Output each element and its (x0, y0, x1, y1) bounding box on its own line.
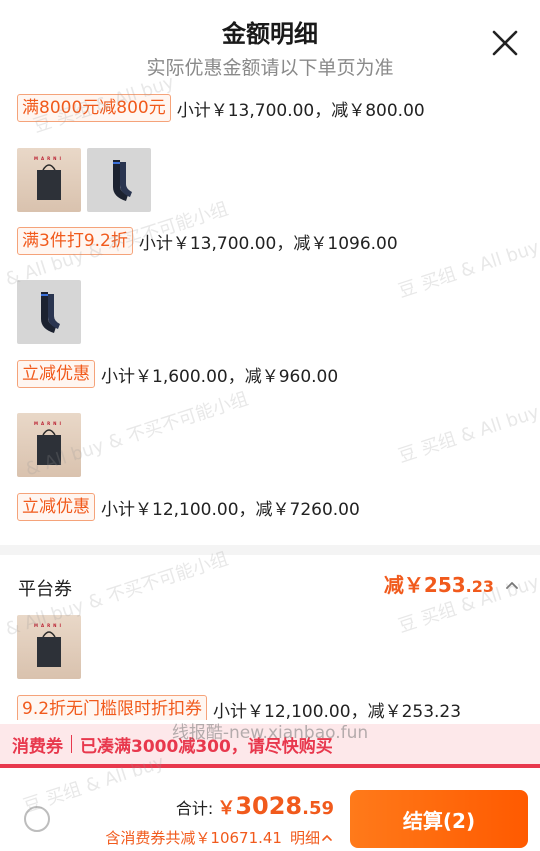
page-subtitle: 实际优惠金额请以下单页为准 (146, 57, 394, 79)
detail-label: 明细 (289, 829, 320, 847)
product-thumbnail-tote-bag[interactable]: MARNI (17, 615, 81, 679)
detail-toggle[interactable]: 明细 (290, 827, 334, 848)
chevron-up-icon (322, 834, 332, 841)
discount-text: 含消费券共减￥10671.41 (105, 829, 282, 847)
socks-icon (113, 160, 132, 201)
promotion-subtotal: 小计￥13,700.00，减￥800.00 (176, 100, 425, 121)
select-all-radio[interactable] (24, 806, 50, 832)
promotion-subtotal: 小计￥1,600.00，减￥960.00 (101, 366, 339, 387)
product-thumbnail-socks[interactable] (17, 280, 81, 344)
amount-detail-list[interactable]: 满8000元减800元 小计￥13,700.00，减￥800.00 MARNI … (0, 90, 540, 720)
promotion-row: 9.2折无门槛限时折扣券 小计￥12,100.00，减￥253.23 (17, 694, 461, 720)
product-thumbnail-tote-bag[interactable]: MARNI (17, 148, 81, 212)
promotion-tag: 立减优惠 (17, 360, 95, 388)
platform-coupon-label: 平台券 (18, 579, 72, 600)
promotion-tag: 满8000元减800元 (17, 94, 171, 122)
tote-bag-icon (37, 164, 61, 200)
promotion-tag: 立减优惠 (17, 493, 95, 521)
total-label: 合计: (175, 799, 214, 818)
total-amount: 合计: ￥ 3028 .59 (176, 792, 334, 820)
promotion-tag: 满3件打9.2折 (17, 227, 133, 255)
tote-bag-icon (37, 631, 61, 667)
total-decimal: .59 (302, 798, 334, 819)
total-integer: 3028 (235, 792, 303, 820)
platform-coupon-section[interactable]: 平台券 减￥253.23 (0, 545, 540, 605)
socks-icon (41, 292, 60, 333)
detail-header: 金额明细 实际优惠金额请以下单页为准 (0, 0, 540, 90)
total-currency: ￥ (217, 798, 236, 819)
page-title: 金额明细 (222, 20, 318, 48)
chevron-up-icon[interactable] (504, 577, 520, 593)
promotion-tag: 9.2折无门槛限时折扣券 (17, 695, 208, 720)
product-thumbnail-socks[interactable] (87, 148, 151, 212)
watermark-url: 线报酷-new.xianbao.fun (171, 723, 369, 743)
promotion-subtotal: 小计￥12,100.00，减￥253.23 (213, 701, 462, 721)
promotion-row: 满8000元减800元 小计￥13,700.00，减￥800.00 (17, 93, 425, 123)
promotion-subtotal: 小计￥13,700.00，减￥1096.00 (138, 233, 398, 254)
promotion-row: 立减优惠 小计￥1,600.00，减￥960.00 (17, 359, 338, 389)
product-thumbnail-tote-bag[interactable]: MARNI (17, 413, 81, 477)
promotion-subtotal: 小计￥12,100.00，减￥7260.00 (101, 499, 360, 520)
checkout-footer: 合计: ￥ 3028 .59 含消费券共减￥10671.41 明细 结算(2) (0, 772, 540, 851)
promotion-row: 满3件打9.2折 小计￥13,700.00，减￥1096.00 (17, 226, 398, 256)
discount-summary: 含消费券共减￥10671.41 明细 (105, 827, 334, 848)
promotion-row: 立减优惠 小计￥12,100.00，减￥7260.00 (17, 492, 360, 522)
checkout-button[interactable]: 结算(2) (350, 790, 528, 848)
close-icon[interactable] (490, 28, 520, 58)
platform-coupon-amount: 减￥253.23 (383, 573, 494, 597)
tote-bag-icon (37, 429, 61, 465)
